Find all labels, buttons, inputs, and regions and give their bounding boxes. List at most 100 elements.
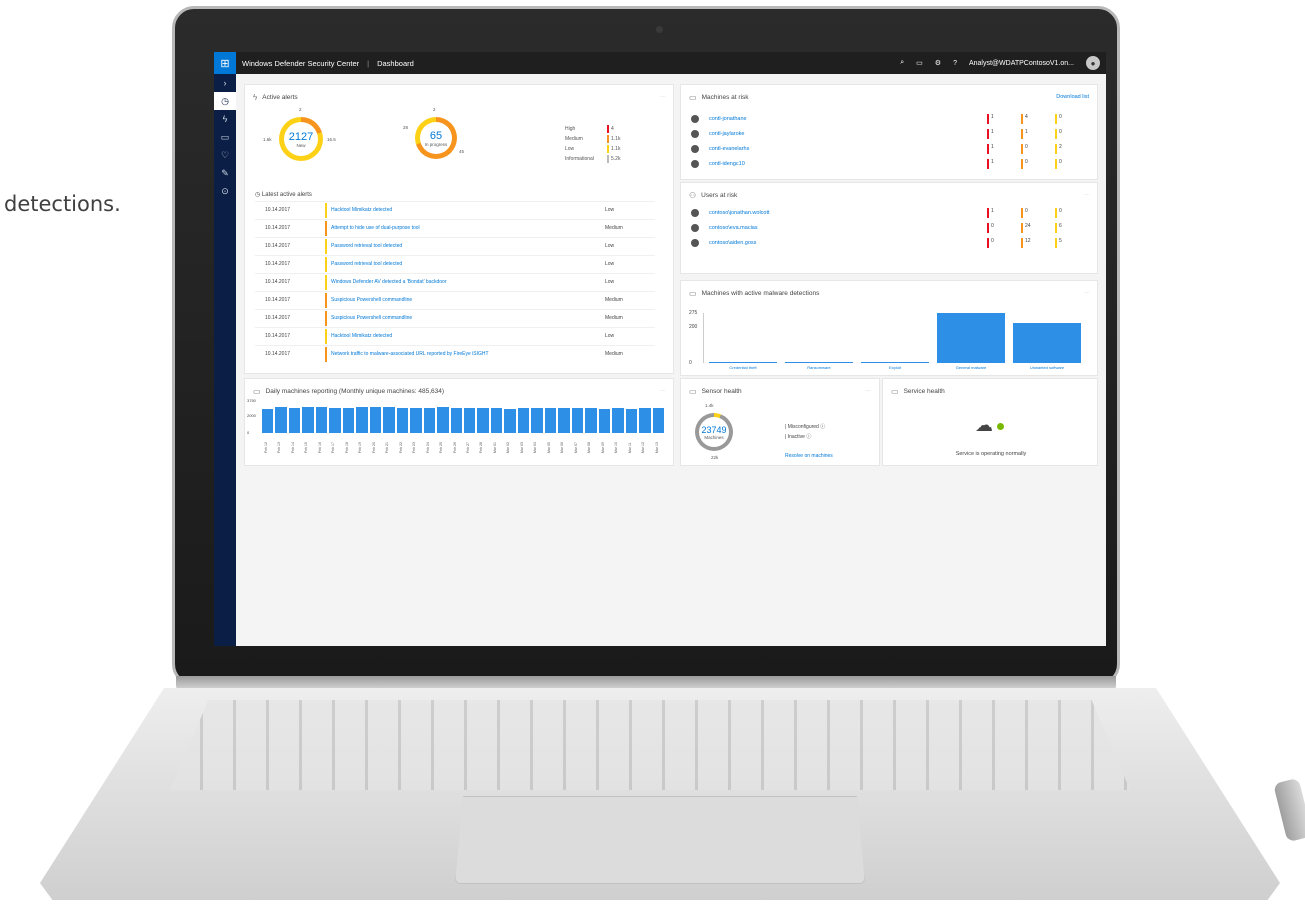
malware-bar[interactable]: [861, 362, 929, 363]
help-button[interactable]: ?: [953, 60, 957, 67]
feedback-icon[interactable]: ▭: [916, 59, 923, 67]
daily-bar[interactable]: [383, 407, 395, 433]
daily-bar[interactable]: [652, 408, 664, 433]
alert-title-link[interactable]: Hacktool Mimikatz detected: [331, 333, 392, 339]
malware-bar[interactable]: [937, 313, 1005, 363]
daily-bar[interactable]: [342, 407, 355, 433]
daily-bar[interactable]: [396, 407, 409, 433]
search-icon[interactable]: ⌕: [900, 59, 904, 67]
daily-bar[interactable]: [517, 407, 530, 433]
expand-nav-icon[interactable]: ›: [214, 74, 236, 92]
machine-row[interactable]: contl-jaylaroke 1 1 0: [691, 128, 1091, 142]
daily-bar[interactable]: [356, 407, 368, 433]
daily-bar[interactable]: [477, 408, 489, 433]
machine-name-link[interactable]: contl-idengc10: [709, 161, 745, 167]
dashboard-nav-icon[interactable]: ◷: [214, 92, 236, 110]
severity-bar: [325, 239, 327, 254]
alert-row[interactable]: 10.14.2017 Suspicious Powershell commandl…: [255, 291, 655, 308]
daily-bar[interactable]: [437, 407, 449, 433]
high-count: 1: [987, 208, 994, 218]
alert-title-link[interactable]: Attempt to hide use of dual-purpose tool: [331, 225, 420, 231]
alert-row[interactable]: 10.14.2017 Attempt to hide use of dual-pu…: [255, 219, 655, 236]
machine-name-link[interactable]: contl-jonathane: [709, 116, 747, 122]
high-count: 1: [987, 114, 994, 124]
machine-row[interactable]: contl-evanelarhs 1 0 2: [691, 143, 1091, 157]
user-row[interactable]: contoso\jonathan.wolcott 1 0 0: [691, 207, 1091, 221]
community-nav-icon[interactable]: ⊙: [214, 182, 236, 200]
windows-logo-icon[interactable]: ⊞: [214, 52, 236, 74]
severity-value: 1.1k: [611, 136, 621, 142]
user-row[interactable]: contoso\eva.macias 0 24 6: [691, 222, 1091, 236]
alert-row[interactable]: 10.14.2017 Hacktool Mimikatz detected Low: [255, 327, 655, 344]
user-name-link[interactable]: contoso\jonathan.wolcott: [709, 210, 770, 216]
alert-title-link[interactable]: Hacktool Mimikatz detected: [331, 207, 392, 213]
user-name-link[interactable]: contoso\eva.macias: [709, 225, 758, 231]
machines-nav-icon[interactable]: ▭: [214, 128, 236, 146]
alert-row[interactable]: 10.14.2017 Password retrieval tool detect…: [255, 237, 655, 254]
avatar[interactable]: ●: [1086, 56, 1100, 70]
daily-bar[interactable]: [262, 408, 274, 433]
daily-bar[interactable]: [302, 407, 314, 433]
latest-alerts-title: Latest active alerts: [261, 192, 312, 198]
machine-name-link[interactable]: contl-evanelarhs: [709, 146, 749, 152]
inactive-item[interactable]: | Inactive ⓘ: [785, 433, 811, 440]
alert-title-link[interactable]: Network traffic to malware-associated UR…: [331, 351, 489, 357]
alerts-nav-icon[interactable]: ϟ: [214, 110, 236, 128]
health-nav-icon[interactable]: ♡: [214, 146, 236, 164]
more-link[interactable]: ···: [660, 94, 666, 100]
alert-title-link[interactable]: Password retrieval tool detected: [331, 243, 402, 249]
in-progress-donut[interactable]: 65 In progress: [415, 117, 457, 159]
daily-bar[interactable]: [625, 408, 638, 433]
daily-bar[interactable]: [612, 408, 624, 433]
malware-bar[interactable]: [1013, 323, 1081, 363]
malware-bar[interactable]: [709, 362, 777, 363]
machine-row[interactable]: contl-jonathane 1 4 0: [691, 113, 1091, 127]
alert-date: 10.14.2017: [265, 315, 291, 321]
daily-bar[interactable]: [598, 408, 611, 433]
daily-bar[interactable]: [639, 408, 651, 433]
machine-name-link[interactable]: contl-jaylaroke: [709, 131, 744, 137]
sensor-donut[interactable]: 23749 Machines: [695, 413, 733, 451]
daily-bar[interactable]: [410, 408, 422, 433]
gear-icon[interactable]: ⚙: [935, 59, 941, 67]
daily-bar[interactable]: [288, 408, 301, 433]
daily-bar[interactable]: [490, 408, 503, 433]
alert-row[interactable]: 10.14.2017 Password retrieval tool detect…: [255, 255, 655, 272]
daily-bar[interactable]: [329, 408, 341, 433]
settings-nav-icon[interactable]: ✎: [214, 164, 236, 182]
daily-bar[interactable]: [369, 407, 382, 433]
alert-row[interactable]: 10.14.2017 Windows Defender AV detected a…: [255, 273, 655, 290]
donut-right-value: 16.5: [327, 137, 336, 142]
daily-bar[interactable]: [450, 407, 462, 433]
alert-title-link[interactable]: Suspicious Powershell commandline: [331, 315, 412, 321]
resolve-link[interactable]: Resolve on machines: [785, 453, 833, 459]
alert-title-link[interactable]: Password retrieval tool detected: [331, 261, 402, 267]
misconfigured-item[interactable]: | Misconfigured ⓘ: [785, 423, 825, 430]
alert-title-link[interactable]: Windows Defender AV detected a 'Bondat' …: [331, 279, 447, 285]
more-link[interactable]: ···: [866, 388, 872, 394]
daily-bar[interactable]: [544, 407, 557, 433]
user-name-link[interactable]: contoso\aiden.goss: [709, 240, 756, 246]
daily-bar[interactable]: [531, 407, 543, 433]
alert-row[interactable]: 10.14.2017 Network traffic to malware-ass…: [255, 345, 655, 362]
machine-row[interactable]: contl-idengc10 1 0 0: [691, 158, 1091, 172]
daily-bar[interactable]: [275, 407, 287, 433]
download-list-link[interactable]: Download list: [1056, 94, 1089, 100]
daily-bar[interactable]: [464, 408, 476, 433]
malware-bar[interactable]: [785, 362, 853, 363]
daily-bar[interactable]: [504, 408, 516, 433]
daily-bar[interactable]: [585, 408, 597, 433]
status-donut[interactable]: 2127 New: [279, 117, 323, 161]
alert-date: 10.14.2017: [265, 279, 291, 285]
trackpad[interactable]: [455, 796, 865, 884]
daily-bar[interactable]: [558, 408, 570, 433]
alert-row[interactable]: 10.14.2017 Suspicious Powershell commandl…: [255, 309, 655, 326]
alert-title-link[interactable]: Suspicious Powershell commandline: [331, 297, 412, 303]
more-link[interactable]: ···: [1084, 192, 1090, 198]
daily-bar[interactable]: [571, 408, 584, 433]
daily-bar[interactable]: [423, 408, 436, 433]
daily-bar[interactable]: [315, 407, 328, 433]
alert-row[interactable]: 10.14.2017 Hacktool Mimikatz detected Low: [255, 201, 655, 218]
user-row[interactable]: contoso\aiden.goss 0 12 5: [691, 237, 1091, 251]
user-account[interactable]: Analyst@WDATPContosoV1.on...: [969, 60, 1074, 67]
